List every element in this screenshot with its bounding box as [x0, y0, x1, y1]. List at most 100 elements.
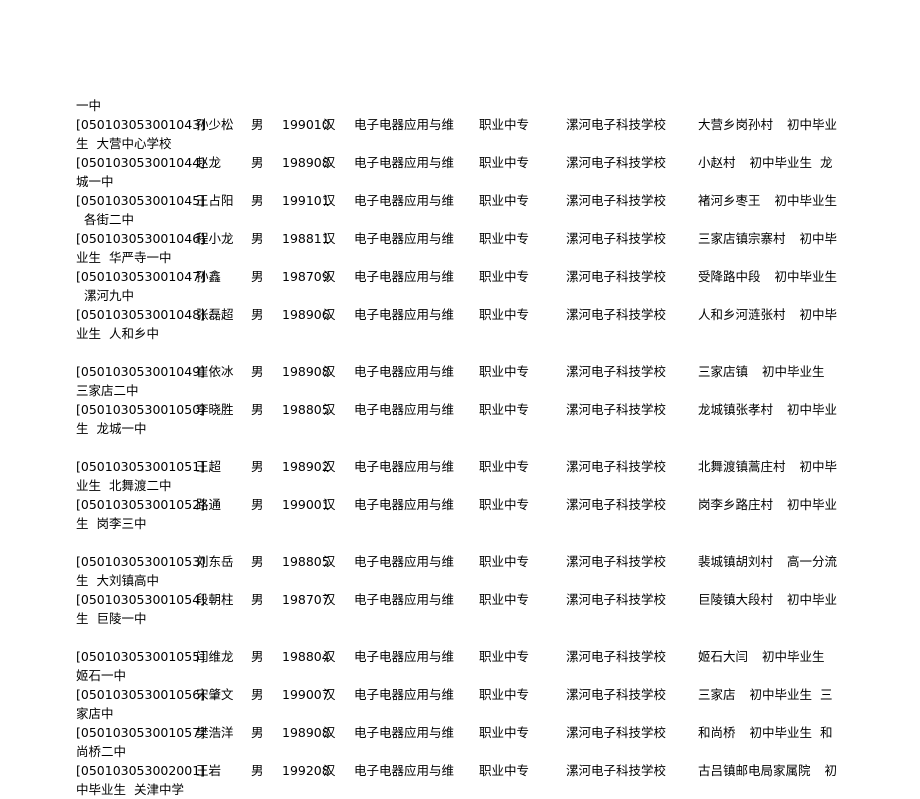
- cell-address: 巨陵镇大段村: [698, 592, 774, 607]
- cell-name: 孙少松: [196, 117, 234, 132]
- table-row: [050103053001050]李晓胜 男 198805汉 电子电器应用与维 职业中专…: [76, 400, 844, 438]
- cell-type: 职业中专: [479, 307, 530, 322]
- cell-from: 巨陵一中: [96, 611, 147, 626]
- cell-sex: 男: [251, 231, 264, 246]
- cell-major: 电子电器应用与维: [354, 402, 455, 417]
- cell-address: 姬石大闫: [698, 649, 749, 664]
- cell-major: 电子电器应用与维: [354, 269, 455, 284]
- cell-education: 初中毕业生: [774, 269, 838, 284]
- cell-school: 漯河电子科技学校: [566, 497, 667, 512]
- cell-major: 电子电器应用与维: [354, 231, 455, 246]
- row-spacer: [76, 438, 844, 457]
- cell-id: [050103053001056]: [76, 687, 206, 702]
- cell-major: 电子电器应用与维: [354, 155, 455, 170]
- cell-school: 漯河电子科技学校: [566, 725, 667, 740]
- cell-type: 职业中专: [479, 554, 530, 569]
- cell-sex: 男: [251, 307, 264, 322]
- cell-birth: 198805: [282, 402, 330, 417]
- cell-address: 小赵村: [698, 155, 736, 170]
- cell-id: [050103053001052]: [76, 497, 206, 512]
- cell-name: 李晓胜: [196, 402, 234, 417]
- cell-from: 华严寺一中: [109, 250, 172, 265]
- cell-id: [050103053001055]: [76, 649, 206, 664]
- cell-sex: 男: [251, 117, 264, 132]
- record-list: [050103053001043]孙少松男 199010汉 电子电器应用与维 职业中专…: [76, 115, 844, 799]
- cell-sex: 男: [251, 725, 264, 740]
- cell-major: 电子电器应用与维: [354, 364, 455, 379]
- cell-ethnicity: 汉: [323, 364, 336, 379]
- cell-address: 北舞渡镇蒿庄村: [698, 459, 786, 474]
- cell-education: 初中毕业生: [749, 725, 813, 740]
- cell-address: 三家店: [698, 687, 736, 702]
- cell-school: 漯河电子科技学校: [566, 231, 667, 246]
- table-row: [050103053001053]刘东岳 男 198805汉 电子电器应用与维 职业中专…: [76, 552, 844, 590]
- cell-major: 电子电器应用与维: [354, 554, 455, 569]
- cell-id: [050103053001045]: [76, 193, 206, 208]
- cell-from: 龙城一中: [96, 421, 147, 436]
- cell-name: 张磊超: [196, 307, 234, 322]
- cell-major: 电子电器应用与维: [354, 117, 455, 132]
- table-row: [050103053001056]宋肇文 男 199007汉 电子电器应用与维 职业中专…: [76, 685, 844, 723]
- cell-ethnicity: 汉: [323, 497, 336, 512]
- cell-birth: 199208: [282, 763, 330, 778]
- cell-name: 王占阳: [196, 193, 234, 208]
- cell-address: 大营乡岗孙村: [698, 117, 774, 132]
- cell-sex: 男: [251, 497, 264, 512]
- cell-birth: 198804: [282, 649, 330, 664]
- cell-type: 职业中专: [479, 402, 530, 417]
- cell-id: [050103053001043]: [76, 117, 206, 132]
- cell-name: 樊浩洋: [196, 725, 234, 740]
- table-row: [050103053001047]孙鑫男 198709汉 电子电器应用与维 职业中专漯…: [76, 267, 844, 305]
- cell-school: 漯河电子科技学校: [566, 193, 667, 208]
- table-row: [050103053002001]王岩 男 199208汉 电子电器应用与维 职业中专 漯…: [76, 761, 844, 799]
- cell-type: 职业中专: [479, 687, 530, 702]
- cell-school: 漯河电子科技学校: [566, 763, 667, 778]
- cell-major: 电子电器应用与维: [354, 497, 455, 512]
- cell-education: 初中毕业生: [749, 155, 813, 170]
- cell-from: 人和乡中: [109, 326, 160, 341]
- cell-ethnicity: 汉: [323, 649, 336, 664]
- cell-ethnicity: 汉: [323, 402, 336, 417]
- cell-id: [050103053001046]: [76, 231, 206, 246]
- cell-major: 电子电器应用与维: [354, 763, 455, 778]
- table-row: [050103053001049]崔依冰 男 198908汉 电子电器应用与维 职业中专…: [76, 362, 844, 400]
- cell-name: 崔依冰: [196, 364, 234, 379]
- cell-birth: 199101: [282, 193, 330, 208]
- cell-birth: 198908: [282, 155, 330, 170]
- cell-from: 大营中心学校: [96, 136, 172, 151]
- cell-birth: 198805: [282, 554, 330, 569]
- cell-ethnicity: 汉: [323, 459, 336, 474]
- cell-major: 电子电器应用与维: [354, 459, 455, 474]
- table-row: [050103053001052]路通 男 199001汉 电子电器应用与维 职业中专 漯…: [76, 495, 844, 533]
- cell-ethnicity: 汉: [323, 687, 336, 702]
- table-row: [050103053001046]程小龙 男 198811汉 电子电器应用与维 职业中专…: [76, 229, 844, 267]
- cell-sex: 男: [251, 687, 264, 702]
- cell-ethnicity: 汉: [323, 269, 336, 284]
- cell-id: [050103053001048]: [76, 307, 206, 322]
- cell-major: 电子电器应用与维: [354, 592, 455, 607]
- cell-name: 宋肇文: [196, 687, 234, 702]
- cell-birth: 198908: [282, 364, 330, 379]
- cell-school: 漯河电子科技学校: [566, 554, 667, 569]
- table-row: [050103053001045]王占阳 男 199101汉 电子电器应用与维 职业中专…: [76, 191, 844, 229]
- row-spacer: [76, 343, 844, 362]
- cell-from: 各街二中: [84, 212, 135, 227]
- cell-sex: 男: [251, 554, 264, 569]
- cell-id: [050103053001049]: [76, 364, 206, 379]
- cell-type: 职业中专: [479, 725, 530, 740]
- cell-major: 电子电器应用与维: [354, 307, 455, 322]
- cell-education: 初中毕业生: [749, 687, 813, 702]
- cell-major: 电子电器应用与维: [354, 649, 455, 664]
- cell-address: 褚河乡枣王: [698, 193, 761, 208]
- cell-from: 漯河九中: [84, 288, 135, 303]
- cell-type: 职业中专: [479, 649, 530, 664]
- cell-ethnicity: 汉: [323, 725, 336, 740]
- cell-name: 闫维龙: [196, 649, 234, 664]
- cell-ethnicity: 汉: [323, 763, 336, 778]
- table-row: [050103053001057]樊浩洋 男 198908汉 电子电器应用与维 职业中专…: [76, 723, 844, 761]
- cell-id: [050103053001053]: [76, 554, 206, 569]
- cell-birth: 199001: [282, 497, 330, 512]
- cell-birth: 199010: [282, 117, 330, 132]
- table-row: [050103053001048]张磊超 男 198906汉 电子电器应用与维 职业中专…: [76, 305, 844, 343]
- cell-major: 电子电器应用与维: [354, 687, 455, 702]
